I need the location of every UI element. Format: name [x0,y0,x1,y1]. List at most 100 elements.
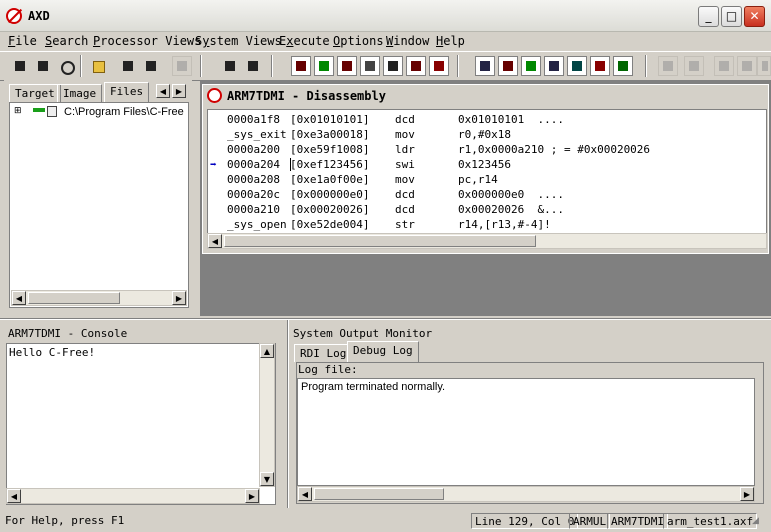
tree-expand-toggle[interactable]: ⊞ [14,106,22,116]
tab-image[interactable]: Image [57,84,103,102]
tab-files[interactable]: Files [104,82,150,102]
title-bar [0,0,771,32]
scroll-left-button[interactable]: ◀ [12,291,26,305]
log-output[interactable] [297,378,755,486]
save-icon[interactable] [118,56,138,76]
splitter[interactable] [0,318,771,320]
scroll-thumb[interactable] [28,292,120,304]
scroll-right-button[interactable]: ▶ [245,489,259,503]
menu-file[interactable]: File [8,34,37,48]
row-operands: r1,0x0000a210 ; = #0x00020026 [458,143,651,156]
load-image-icon[interactable] [10,56,30,76]
disassembly-row[interactable]: _sys_exit [0xe3a00018] mov r0,#0x18 [208,128,765,143]
menu-options[interactable]: Options [333,34,384,48]
menu-search[interactable]: Search [45,34,88,48]
status-help-text: For Help, press F1 [5,514,125,527]
variables-view-icon[interactable] [337,56,357,76]
row-mnemonic: dcd [395,188,415,201]
log-horizontal-scrollbar[interactable]: ◀ ▶ [297,486,755,502]
load-memory-icon[interactable] [33,56,53,76]
source-view-icon[interactable] [429,56,449,76]
console-vertical-scrollbar[interactable]: ▲ ▼ [259,343,275,487]
resize-grip-icon[interactable]: ◢ [752,516,766,528]
disassembly-row[interactable]: 0000a204 [0xef123456] swi 0x123456 [208,158,765,173]
reload-icon[interactable] [56,56,76,76]
menu-execute[interactable]: Execute [279,34,330,48]
watch-sys-view-icon[interactable] [521,56,541,76]
menu-help[interactable]: Help [436,34,465,48]
close-file-icon[interactable] [172,56,192,76]
disassembly-row[interactable]: 0000a20c [0x000000e0] dcd 0x000000e0 .... [208,188,765,203]
step-out-icon[interactable] [757,56,771,76]
scroll-down-button[interactable]: ▼ [260,472,274,486]
status-cursor-position: Line 129, Col 0 [471,513,579,529]
tab-target[interactable]: Target [9,84,61,102]
tab-scroll-left-button[interactable]: ◀ [156,84,170,98]
scroll-left-button[interactable]: ◀ [7,489,21,503]
scroll-left-button[interactable]: ◀ [208,234,222,248]
app-logo-icon [6,8,22,24]
registers-sys-view-icon[interactable] [498,56,518,76]
scroll-thumb[interactable] [314,488,444,500]
row-address: 0000a200 [227,143,280,156]
step-icon[interactable] [737,56,757,76]
scroll-up-button[interactable]: ▲ [260,344,274,358]
row-opcode: [0x000000e0] [290,188,370,201]
console-view-icon[interactable] [544,56,564,76]
scroll-left-button[interactable]: ◀ [298,487,312,501]
row-operands: r0,#0x18 [458,128,511,141]
output-view-icon[interactable] [590,56,610,76]
output-monitor-title: System Output Monitor [293,327,433,340]
disassembly-view-icon[interactable] [475,56,495,76]
processor-icon [207,88,222,103]
scroll-right-button[interactable]: ▶ [172,291,186,305]
row-operands: 0x000000e0 .... [458,188,564,201]
disassembly-horizontal-scrollbar[interactable]: ◀ [207,233,767,249]
memory-view-icon[interactable] [383,56,403,76]
scroll-right-button[interactable]: ▶ [740,487,754,501]
step-in-icon[interactable] [714,56,734,76]
disassembly-row[interactable]: 0000a208 [0xe1a0f00e] mov pc,r14 [208,173,765,188]
console-horizontal-scrollbar[interactable]: ◀ ▶ [6,488,260,504]
backtrace-view-icon[interactable] [360,56,380,76]
disassembly-row[interactable]: 0000a200 [0xe59f1008] ldr r1,0x0000a210 ; =… [208,143,765,158]
row-opcode: [0x00020026] [290,203,370,216]
tree-item-path[interactable]: C:\Program Files\C-Free 4 [64,106,186,118]
disassembly-row[interactable]: 0000a1f8 [0x01010101] dcd 0x01010101 .... [208,113,765,128]
row-address: _sys_open [227,218,287,231]
tab-rdi-log[interactable]: RDI Log [294,344,353,362]
status-target: ARMUL [569,513,611,529]
open-folder-icon[interactable] [88,56,108,76]
row-mnemonic: dcd [395,113,415,126]
go-icon[interactable] [658,56,678,76]
save-all-icon[interactable] [141,56,161,76]
watch-view-icon[interactable] [314,56,334,76]
find-next-icon[interactable] [243,56,263,76]
scroll-thumb[interactable] [224,235,536,247]
row-mnemonic: swi [395,158,415,171]
toolbar-separator [80,55,82,77]
low-level-symbols-icon[interactable] [406,56,426,76]
debug-internals-icon[interactable] [613,56,633,76]
minimize-button[interactable]: _ [698,6,719,27]
console-title: ARM7TDMI - Console [8,327,128,340]
row-mnemonic: dcd [395,203,415,216]
close-button[interactable]: ✕ [744,6,765,27]
stop-icon[interactable] [684,56,704,76]
maximize-button[interactable]: □ [721,6,742,27]
vertical-splitter[interactable] [287,320,289,508]
command-line-icon[interactable] [567,56,587,76]
disassembly-row[interactable]: _sys_open [0xe52de004] str r14,[r13,#-4]! [208,218,765,233]
row-mnemonic: mov [395,128,415,141]
tree-horizontal-scrollbar[interactable]: ◀ ▶ [11,290,187,306]
console-output[interactable] [6,343,276,505]
menu-system-views[interactable]: System Views [195,34,282,48]
disassembly-row[interactable]: 0000a210 [0x00020026] dcd 0x00020026 &... [208,203,765,218]
menu-window[interactable]: Window [386,34,429,48]
registers-view-icon[interactable] [291,56,311,76]
tab-debug-log[interactable]: Debug Log [347,341,419,362]
menu-processor-views[interactable]: Processor Views [93,34,201,48]
tab-scroll-right-button[interactable]: ▶ [172,84,186,98]
find-icon[interactable] [220,56,240,76]
row-opcode: [0x01010101] [290,113,370,126]
